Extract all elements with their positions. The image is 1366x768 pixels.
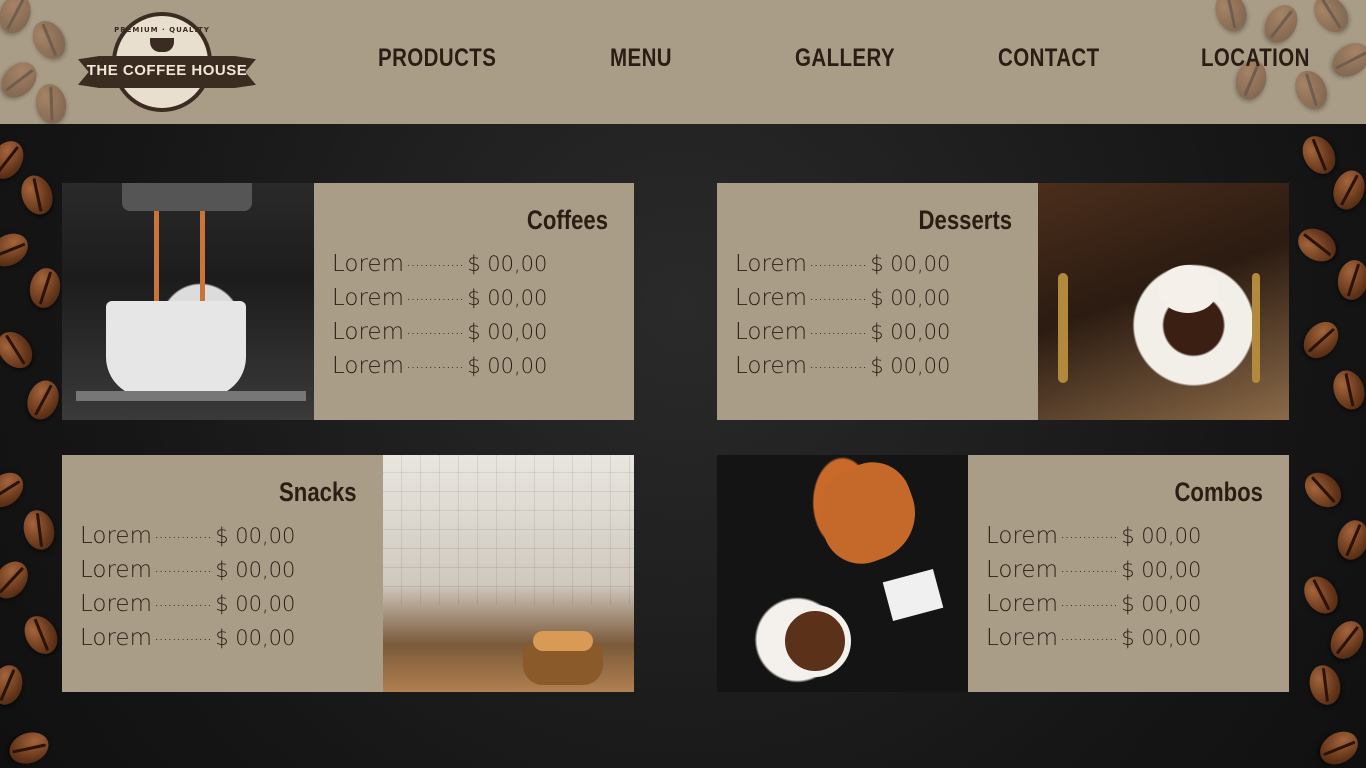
menu-item: Lorem ············· $ 00,00 (80, 523, 296, 549)
nav-menu[interactable]: MENU (610, 44, 672, 73)
menu-item: Lorem ············· $ 00,00 (80, 557, 296, 583)
menu-item-list: Lorem ············· $ 00,00 Lorem ·········… (332, 251, 547, 387)
menu-item: Lorem ············· $ 00,00 (80, 591, 296, 617)
card-title: Coffees (526, 205, 608, 235)
menu-item-list: Lorem ············· $ 00,00 Lorem ·········… (80, 523, 295, 659)
menu-card-combos: Combos Lorem ············· $ 00,00 Lorem ··… (717, 455, 1289, 692)
logo-name: THE COFFEE HOUSE (86, 62, 248, 79)
menu-item: Lorem ············· $ 00,00 (332, 353, 548, 379)
menu-item: Lorem ············· $ 00,00 (986, 523, 1202, 549)
logo-tagline: PREMIUM · QUALITY (114, 26, 210, 34)
nav-gallery[interactable]: GALLERY (795, 44, 895, 73)
menu-item-list: Lorem ············· $ 00,00 Lorem ·········… (986, 523, 1201, 659)
card-title: Combos (1174, 477, 1263, 507)
nav-location[interactable]: LOCATION (1201, 44, 1310, 73)
menu-card-coffees: Coffees Lorem ············· $ 00,00 Lorem ·… (62, 183, 634, 420)
menu-item: Lorem ············· $ 00,00 (80, 625, 296, 651)
nav-contact[interactable]: CONTACT (998, 44, 1100, 73)
menu-card-snacks: Snacks Lorem ············· $ 00,00 Lorem ··… (62, 455, 634, 692)
card-title: Snacks (279, 477, 357, 507)
combos-panel: Combos Lorem ············· $ 00,00 Lorem ··… (968, 455, 1289, 692)
menu-item: Lorem ············· $ 00,00 (986, 557, 1202, 583)
menu-item: Lorem ············· $ 00,00 (986, 625, 1202, 651)
menu-item: Lorem ············· $ 00,00 (332, 319, 548, 345)
card-title: Desserts (918, 205, 1012, 235)
bakery-counter-image (383, 455, 634, 692)
snacks-panel: Snacks Lorem ············· $ 00,00 Lorem ··… (62, 455, 383, 692)
desserts-panel: Desserts Lorem ············· $ 00,00 Lorem… (717, 183, 1038, 420)
menu-item: Lorem ············· $ 00,00 (735, 353, 951, 379)
chocolate-dessert-image (1038, 183, 1289, 420)
espresso-machine-cup-image (62, 183, 314, 420)
menu-item: Lorem ············· $ 00,00 (735, 251, 951, 277)
menu-item-list: Lorem ············· $ 00,00 Lorem ·········… (735, 251, 950, 387)
coffees-panel: Coffees Lorem ············· $ 00,00 Lorem ·… (314, 183, 634, 420)
menu-item: Lorem ············· $ 00,00 (332, 251, 548, 277)
menu-item: Lorem ············· $ 00,00 (986, 591, 1202, 617)
menu-item: Lorem ············· $ 00,00 (735, 319, 951, 345)
site-header: PREMIUM · QUALITY THE COFFEE HOUSE PRODU… (0, 0, 1366, 124)
menu-card-desserts: Desserts Lorem ············· $ 00,00 Lorem… (717, 183, 1289, 420)
menu-item: Lorem ············· $ 00,00 (332, 285, 548, 311)
coffee-house-logo[interactable]: PREMIUM · QUALITY THE COFFEE HOUSE (78, 12, 256, 112)
menu-item: Lorem ············· $ 00,00 (735, 285, 951, 311)
croissant-coffee-image (717, 455, 968, 692)
nav-products[interactable]: PRODUCTS (378, 44, 496, 73)
